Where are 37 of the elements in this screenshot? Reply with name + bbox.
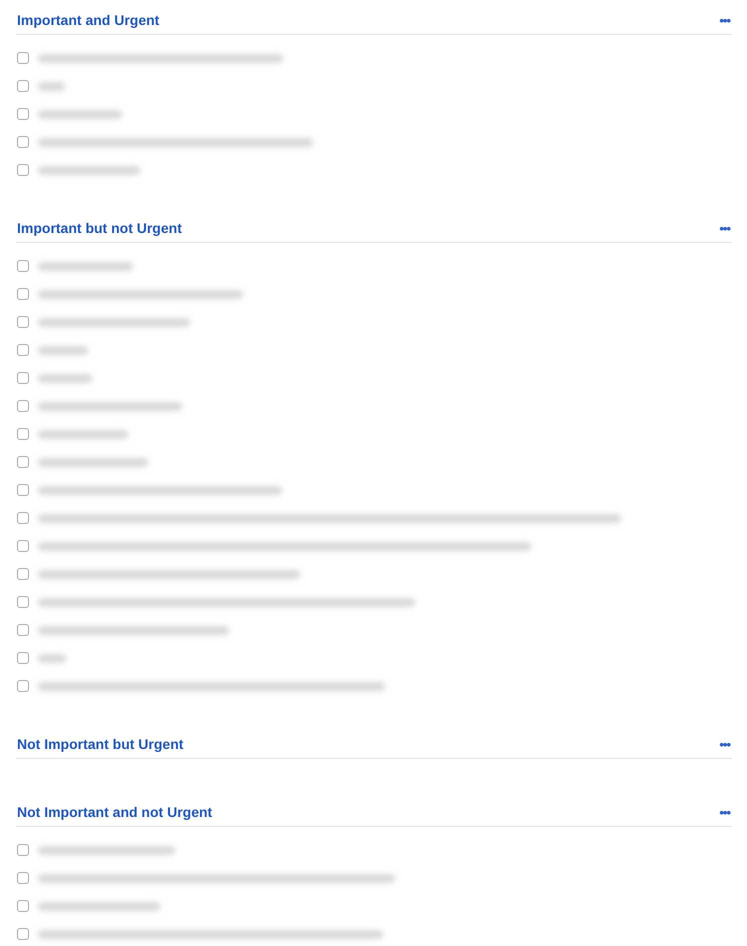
checkbox[interactable] [17,844,29,856]
checkbox[interactable] [17,456,29,468]
checkbox[interactable] [17,164,29,176]
checkbox[interactable] [17,872,29,884]
checkbox[interactable] [17,52,29,64]
checkbox[interactable] [17,540,29,552]
checkbox[interactable] [17,136,29,148]
checkbox[interactable] [17,484,29,496]
checkbox[interactable] [17,680,29,692]
checkbox[interactable] [17,428,29,440]
blurred-text [38,374,92,382]
checkbox[interactable] [17,372,29,384]
checkbox[interactable] [17,512,29,524]
checkbox[interactable] [17,80,29,92]
more-button[interactable]: ••• [717,736,732,752]
section-title: Important and Urgent [16,12,160,28]
section-title: Not Important but Urgent [16,736,184,752]
blurred-text [38,82,65,90]
more-button[interactable]: ••• [717,220,732,236]
section-title: Not Important and not Urgent [16,804,212,820]
checkbox[interactable] [17,288,29,300]
blurred-text [38,654,66,662]
checkbox[interactable] [17,596,29,608]
checkbox[interactable] [17,568,29,580]
checkbox[interactable] [17,400,29,412]
checkbox[interactable] [17,344,29,356]
blurred-text [38,346,88,354]
checkbox[interactable] [17,652,29,664]
checkbox[interactable] [17,108,29,120]
checkbox[interactable] [17,928,29,940]
checkbox[interactable] [17,900,29,912]
checkbox[interactable] [17,624,29,636]
more-button[interactable]: ••• [717,804,732,820]
section-title: Important but not Urgent [16,220,182,236]
checkbox[interactable] [17,260,29,272]
checkbox[interactable] [17,316,29,328]
more-button[interactable]: ••• [717,12,732,28]
